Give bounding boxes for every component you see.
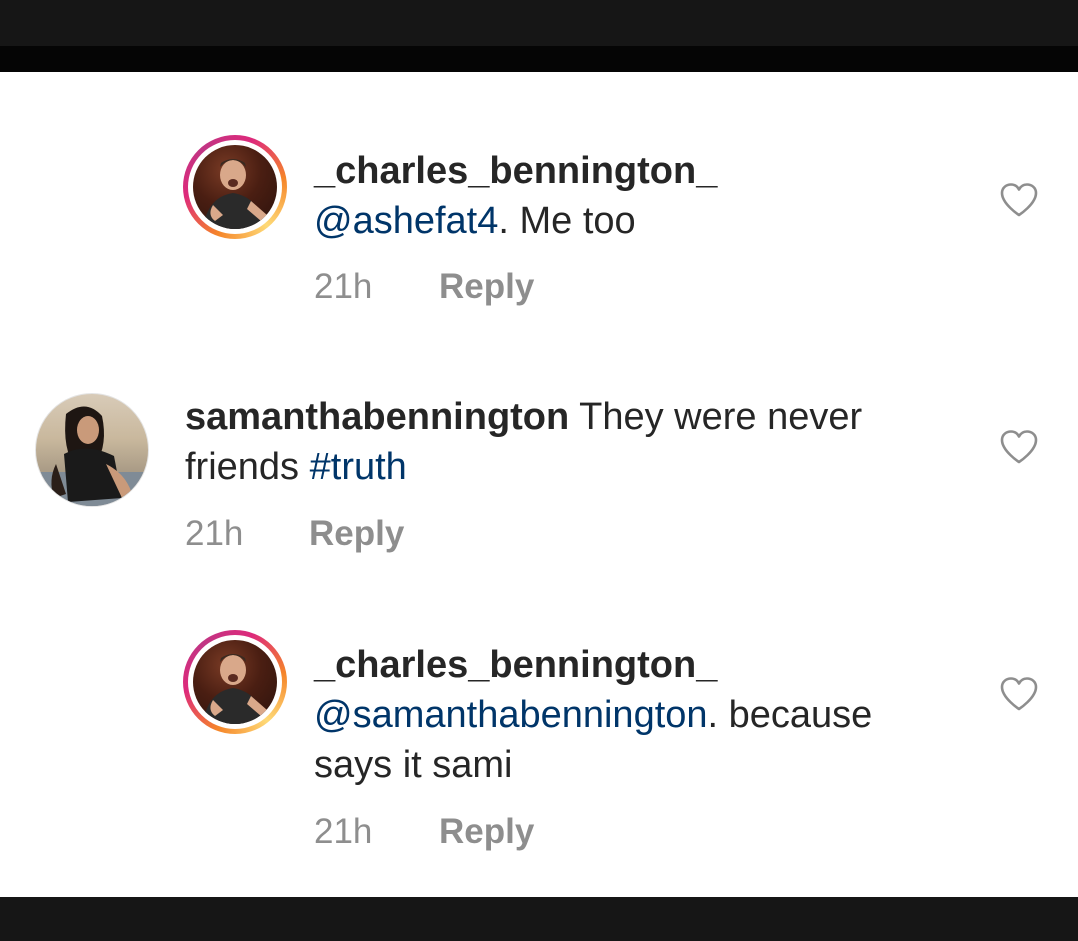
heart-outline-icon[interactable] [999, 676, 1039, 712]
comments-list: _charles_bennington_ @ashefat4. Me too 2… [0, 72, 1078, 897]
username[interactable]: _charles_bennington_ [314, 640, 994, 690]
hashtag-link[interactable]: #truth [310, 446, 407, 488]
avatar-story-ring[interactable] [183, 135, 287, 239]
comment-text-line-1: @samanthabennington. because [314, 694, 873, 736]
reply-button[interactable]: Reply [309, 514, 404, 554]
comment-body: samanthabennington They were never frien… [185, 392, 965, 492]
comment-reply-3: _charles_bennington_ @samanthabennington… [0, 572, 1078, 897]
reply-button[interactable]: Reply [439, 812, 534, 852]
top-divider-bar [0, 46, 1078, 72]
comment-text: @ashefat4. Me too [314, 200, 636, 242]
username[interactable]: samanthabennington [185, 396, 569, 438]
comment-text-line-2: says it sami [314, 744, 513, 786]
comment-text-line-1: samanthabennington They were never [185, 396, 863, 438]
timestamp: 21h [185, 514, 244, 553]
comment-body: _charles_bennington_ @samanthabennington… [314, 640, 994, 790]
heart-outline-icon[interactable] [999, 182, 1039, 218]
heart-outline-icon[interactable] [999, 429, 1039, 465]
screenshot-frame: _charles_bennington_ @ashefat4. Me too 2… [0, 0, 1078, 941]
avatar[interactable] [35, 393, 149, 507]
reply-button[interactable]: Reply [439, 267, 534, 307]
timestamp: 21h [314, 267, 373, 306]
timestamp: 21h [314, 812, 373, 851]
comment-text-line-2: friends #truth [185, 446, 407, 488]
username[interactable]: _charles_bennington_ [314, 146, 717, 196]
mention-link[interactable]: @ashefat4 [314, 200, 498, 242]
avatar-photo [36, 406, 148, 506]
avatar-story-ring[interactable] [183, 630, 287, 734]
comment-reply-1: _charles_bennington_ @ashefat4. Me too 2… [0, 72, 1078, 322]
navigation-bar [0, 897, 1078, 941]
comment-body: _charles_bennington_ @ashefat4. Me too [314, 146, 717, 246]
status-bar [0, 0, 1078, 46]
avatar [193, 145, 277, 229]
comment-2: samanthabennington They were never frien… [0, 322, 1078, 572]
avatar-photo [203, 159, 267, 229]
mention-link[interactable]: @samanthabennington [314, 694, 708, 736]
avatar [193, 640, 277, 724]
avatar-photo [203, 654, 267, 724]
